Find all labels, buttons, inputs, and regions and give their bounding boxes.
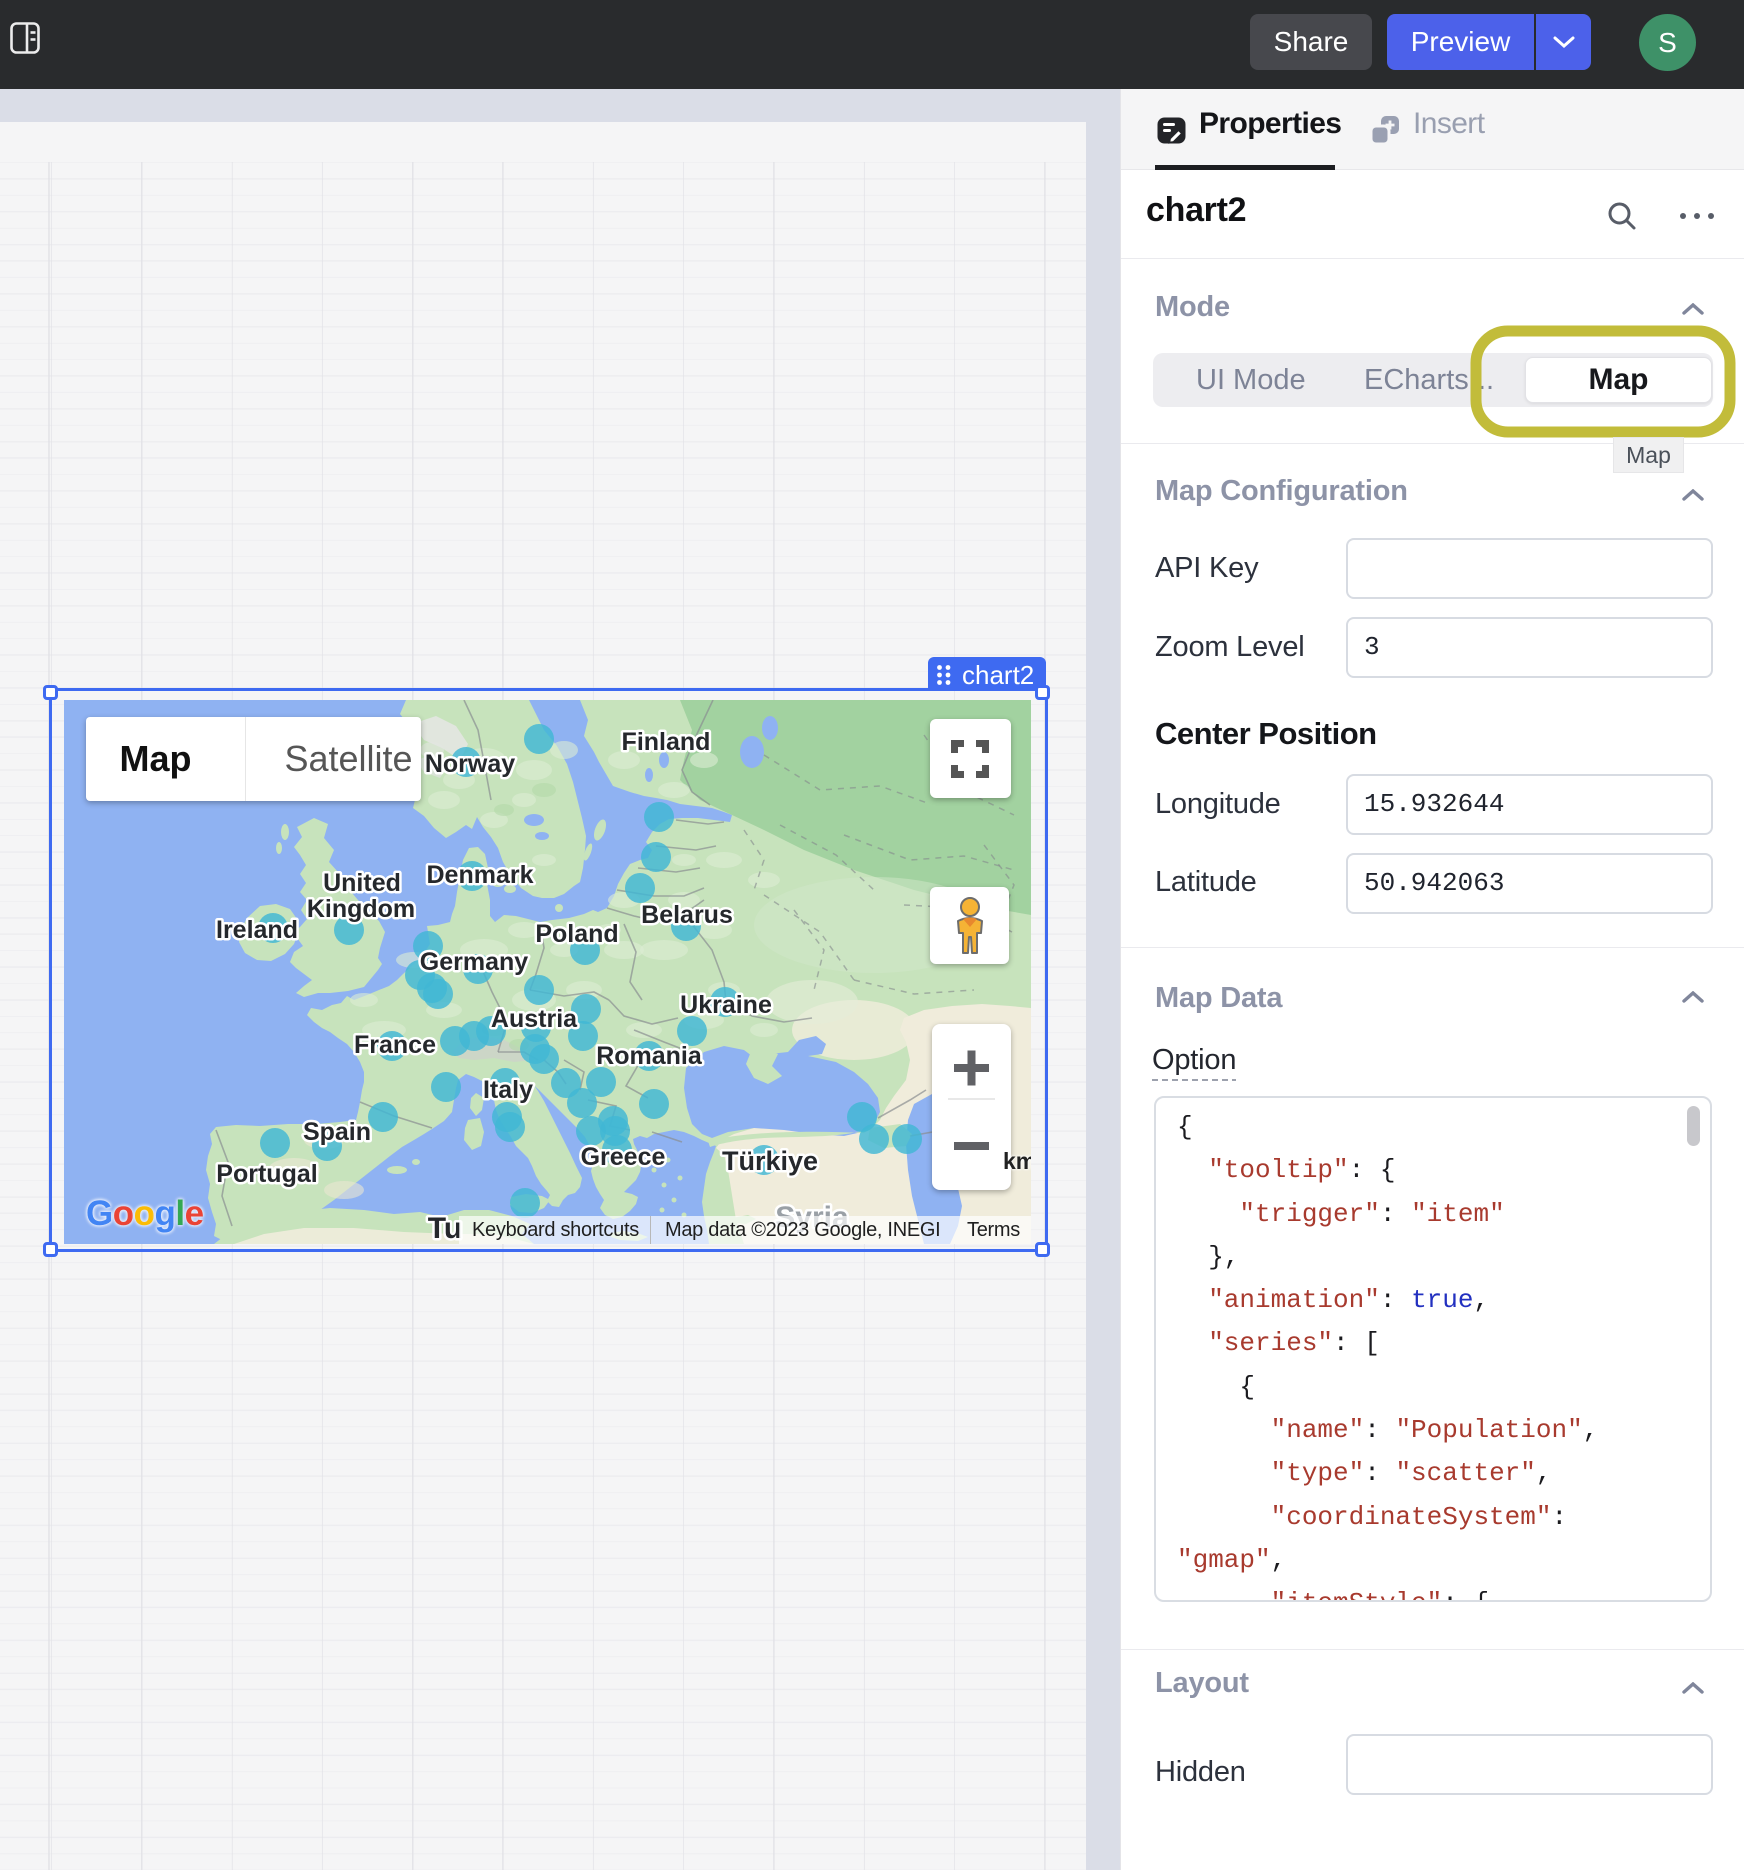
svg-text:Belarus: Belarus	[641, 901, 733, 929]
svg-text:Ukraine: Ukraine	[680, 991, 772, 1019]
svg-text:Türkiye: Türkiye	[722, 1146, 818, 1176]
svg-text:Germany: Germany	[420, 948, 528, 976]
svg-text:Poland: Poland	[535, 920, 618, 948]
svg-text:Spain: Spain	[303, 1118, 371, 1146]
svg-text:United: United	[323, 869, 401, 897]
svg-text:Greece: Greece	[581, 1143, 666, 1171]
svg-text:Norway: Norway	[425, 750, 515, 778]
svg-text:Finland: Finland	[622, 728, 711, 756]
svg-text:Italy: Italy	[483, 1076, 533, 1104]
svg-text:Romania: Romania	[596, 1042, 703, 1070]
svg-text:France: France	[354, 1031, 436, 1059]
svg-text:Denmark: Denmark	[427, 861, 534, 889]
svg-text:Kingdom: Kingdom	[307, 895, 415, 923]
svg-text:Portugal: Portugal	[216, 1160, 317, 1188]
svg-text:Austria: Austria	[491, 1005, 578, 1033]
svg-text:Tu: Tu	[428, 1212, 462, 1244]
svg-text:Ireland: Ireland	[216, 916, 298, 944]
